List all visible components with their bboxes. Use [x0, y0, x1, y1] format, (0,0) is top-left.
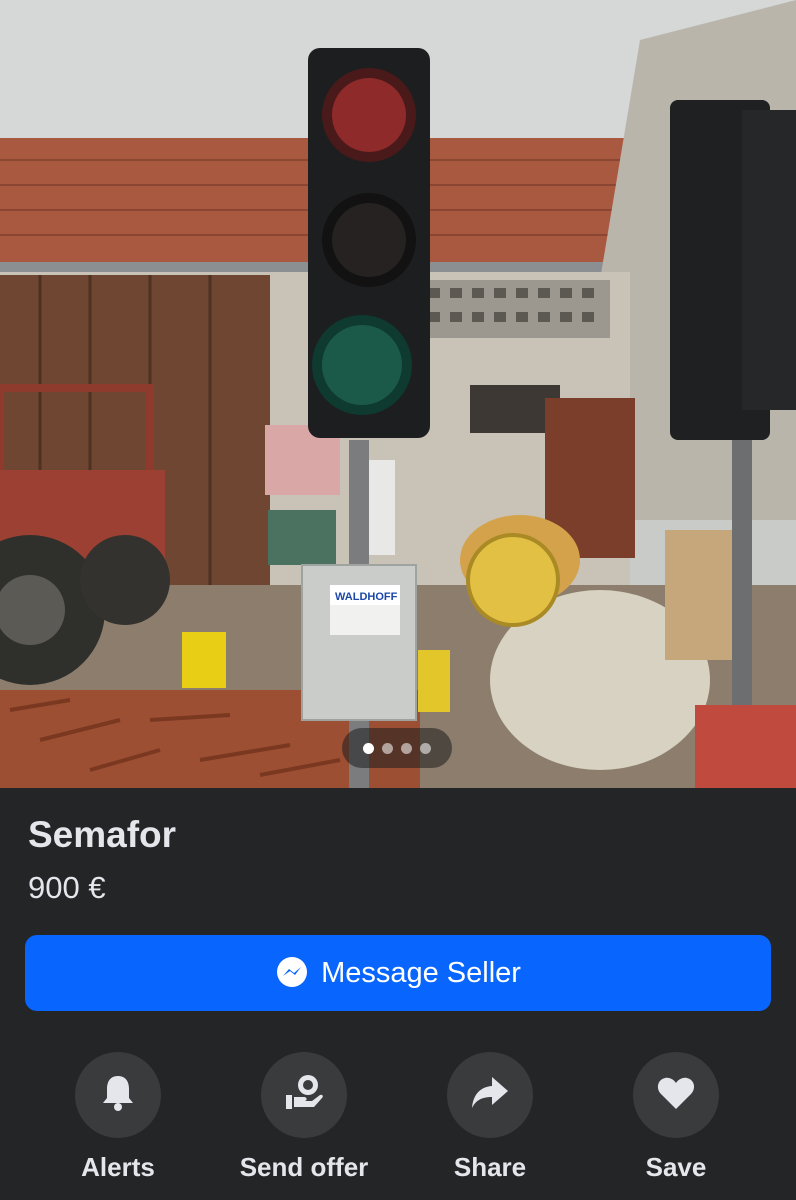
listing-title: Semafor	[28, 814, 177, 855]
send-offer-label: Send offer	[239, 1152, 369, 1182]
save-button[interactable]: Save	[586, 1052, 766, 1183]
alerts-button[interactable]: Alerts	[28, 1052, 208, 1183]
box-brand-text: WALDHOFF	[335, 591, 398, 603]
listing-photo[interactable]: WALDHOFF	[0, 0, 796, 788]
carousel-dot[interactable]	[382, 742, 393, 754]
save-label: Save	[645, 1152, 707, 1182]
carousel-dot[interactable]	[363, 742, 374, 754]
share-button[interactable]: Share	[400, 1052, 580, 1183]
carousel-dot[interactable]	[420, 742, 431, 754]
send-offer-button[interactable]: Send offer	[214, 1052, 394, 1183]
offer-icon	[282, 1073, 326, 1118]
share-icon	[470, 1075, 510, 1116]
carousel-indicator	[342, 728, 452, 768]
alerts-label: Alerts	[81, 1152, 155, 1182]
message-seller-button[interactable]: Message Seller	[25, 935, 771, 1011]
bell-icon	[99, 1073, 137, 1118]
carousel-dot[interactable]	[401, 742, 412, 754]
share-label: Share	[453, 1152, 527, 1182]
message-seller-label: Message Seller	[321, 956, 521, 989]
action-bar: Alerts Send offer Share Save	[0, 1052, 796, 1192]
heart-icon	[656, 1075, 696, 1116]
listing-price: 900 €	[28, 870, 106, 905]
photo-illustration: WALDHOFF	[0, 0, 796, 788]
messenger-icon	[275, 956, 309, 990]
